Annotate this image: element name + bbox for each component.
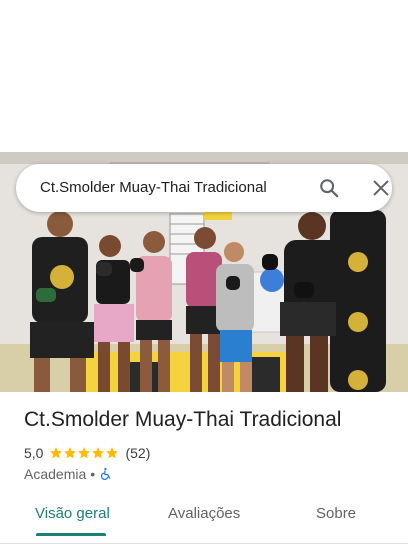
map-area-blank <box>0 0 408 152</box>
search-icon[interactable] <box>318 177 340 199</box>
tab-overview[interactable]: Visão geral <box>35 505 110 522</box>
rating-row[interactable]: 5,0 (52) <box>24 444 150 462</box>
active-tab-indicator <box>36 533 106 536</box>
place-tabs: Visão geral Avaliações Sobre <box>0 496 408 544</box>
rating-value: 5,0 <box>24 445 44 461</box>
star-rating <box>49 446 119 460</box>
star-icon <box>50 447 63 459</box>
wheelchair-accessible-icon <box>101 467 111 480</box>
star-icon <box>106 447 119 459</box>
star-icon <box>92 447 105 459</box>
tab-about[interactable]: Sobre <box>316 505 356 522</box>
tab-reviews[interactable]: Avaliações <box>168 505 240 522</box>
separator-dot: • <box>90 466 96 482</box>
star-icon <box>64 447 77 459</box>
place-title: Ct.Smolder Muay-Thai Tradicional <box>24 408 342 431</box>
place-category: Academia <box>24 466 87 482</box>
close-icon[interactable] <box>370 177 392 199</box>
search-bar[interactable]: Ct.Smolder Muay-Thai Tradicional <box>16 164 392 212</box>
review-count[interactable]: (52) <box>125 445 150 461</box>
star-icon <box>78 447 91 459</box>
search-query-text[interactable]: Ct.Smolder Muay-Thai Tradicional <box>40 179 267 196</box>
category-row: Academia • <box>24 465 113 483</box>
